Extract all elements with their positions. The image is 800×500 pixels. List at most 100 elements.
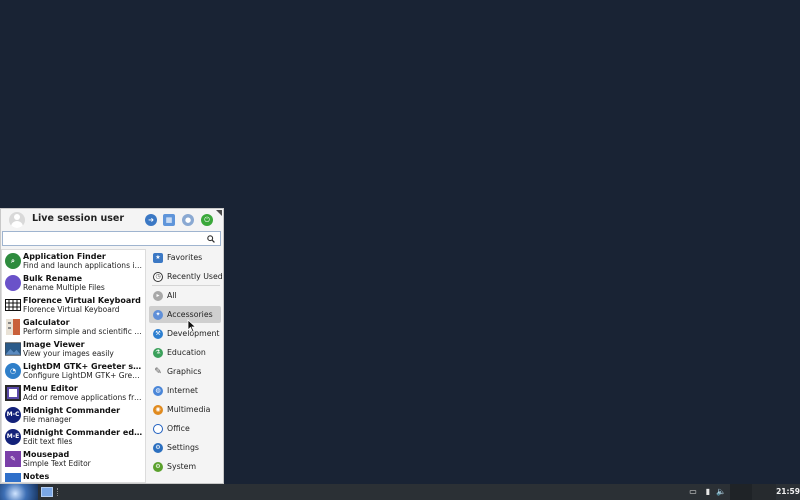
category-accessories[interactable]: ✦ Accessories bbox=[149, 306, 221, 323]
category-settings[interactable]: ⚙ Settings bbox=[149, 439, 221, 456]
app-description: Add or remove applications fro... bbox=[23, 393, 144, 402]
app-name: Notes bbox=[23, 472, 50, 481]
education-icon: ⚗ bbox=[153, 348, 163, 358]
category-internet[interactable]: ◍ Internet bbox=[149, 382, 221, 399]
app-item-menu-editor[interactable]: Menu Editor Add or remove applications f… bbox=[2, 382, 145, 404]
system-icon: ⚙ bbox=[153, 462, 163, 472]
app-item-midnight-commander-editor[interactable]: M-E Midnight Commander editor Edit text … bbox=[2, 426, 145, 448]
category-development[interactable]: ⚒ Development bbox=[149, 325, 221, 342]
app-item-lightdm-greeter-settings[interactable]: ◔ LightDM GTK+ Greeter set... Configure … bbox=[2, 360, 145, 382]
settings-manager-button[interactable]: ▦ bbox=[163, 214, 175, 226]
username: Live session user bbox=[32, 213, 125, 224]
settings-manager-icon: ▦ bbox=[165, 215, 173, 224]
app-item-bulk-rename[interactable]: Bulk Rename Rename Multiple Files bbox=[2, 272, 145, 294]
system-tray: ▭ ▮ 🔈 bbox=[688, 486, 730, 498]
app-item-midnight-commander[interactable]: M-C Midnight Commander File manager bbox=[2, 404, 145, 426]
menu-editor-icon bbox=[5, 385, 21, 401]
app-name: Application Finder bbox=[23, 252, 106, 261]
app-description: File manager bbox=[23, 415, 72, 424]
category-label: Accessories bbox=[167, 310, 213, 319]
app-description: Perform simple and scientific c... bbox=[23, 327, 144, 336]
switch-user-button[interactable]: ➜ bbox=[145, 214, 157, 226]
workspace-switcher[interactable] bbox=[752, 484, 776, 500]
category-label: Favorites bbox=[167, 253, 203, 262]
category-label: All bbox=[167, 291, 177, 300]
midnight-commander-icon: M-C bbox=[5, 407, 21, 423]
category-multimedia[interactable]: ◉ Multimedia bbox=[149, 401, 221, 418]
app-name: Mousepad bbox=[23, 450, 70, 459]
graphics-icon: ✎ bbox=[154, 366, 162, 377]
taskbar: ▭ ▮ 🔈 21:59 bbox=[0, 484, 800, 500]
category-divider bbox=[152, 285, 220, 286]
clipboard-icon[interactable]: ▮ bbox=[703, 486, 713, 498]
app-description: Find and launch applications in... bbox=[23, 261, 144, 270]
app-item-mousepad[interactable]: ✎ Mousepad Simple Text Editor bbox=[2, 448, 145, 470]
office-icon bbox=[153, 424, 163, 434]
app-name: Bulk Rename bbox=[23, 274, 83, 283]
category-favorites[interactable]: ★ Favorites bbox=[149, 249, 221, 266]
app-description: View your images easily bbox=[23, 349, 114, 358]
app-name: LightDM GTK+ Greeter set... bbox=[23, 362, 144, 371]
category-label: System bbox=[167, 462, 197, 471]
app-item-notes[interactable]: Notes bbox=[2, 470, 145, 482]
app-name: Image Viewer bbox=[23, 340, 85, 349]
log-out-button[interactable]: ⏻ bbox=[201, 214, 213, 226]
keyboard-icon bbox=[5, 297, 21, 313]
app-description: Edit text files bbox=[23, 437, 73, 446]
show-desktop-button[interactable] bbox=[41, 487, 53, 497]
app-name: Galculator bbox=[23, 318, 70, 327]
app-name: Midnight Commander bbox=[23, 406, 121, 415]
all-icon: ▸ bbox=[153, 291, 163, 301]
category-list: ★ Favorites ◷ Recently Used ▸ All ✦ Acce… bbox=[148, 249, 224, 483]
whisker-menu-button[interactable] bbox=[0, 484, 38, 500]
recent-icon: ◷ bbox=[153, 272, 163, 282]
mouse-pointer-icon bbox=[187, 319, 197, 333]
app-name: Midnight Commander editor bbox=[23, 428, 144, 437]
lock-screen-button[interactable]: ● bbox=[182, 214, 194, 226]
app-description: Simple Text Editor bbox=[23, 459, 91, 468]
app-item-image-viewer[interactable]: Image Viewer View your images easily bbox=[2, 338, 145, 360]
category-recently-used[interactable]: ◷ Recently Used bbox=[149, 268, 223, 285]
app-item-application-finder[interactable]: ⌕ Application Finder Find and launch app… bbox=[2, 250, 145, 272]
search-icon bbox=[207, 235, 215, 243]
app-item-galculator[interactable]: Galculator Perform simple and scientific… bbox=[2, 316, 145, 338]
category-all[interactable]: ▸ All bbox=[149, 287, 221, 304]
app-name: Florence Virtual Keyboard bbox=[23, 296, 141, 305]
notification-area[interactable] bbox=[730, 484, 752, 500]
app-finder-icon: ⌕ bbox=[5, 253, 21, 269]
application-list: ⌕ Application Finder Find and launch app… bbox=[1, 249, 146, 483]
menu-header: Live session user ➜ ▦ ● ⏻ bbox=[1, 209, 223, 231]
greeter-icon: ◔ bbox=[5, 363, 21, 379]
notes-icon bbox=[5, 473, 21, 482]
category-education[interactable]: ⚗ Education bbox=[149, 344, 221, 361]
app-description: Rename Multiple Files bbox=[23, 283, 105, 292]
text-editor-icon: ✎ bbox=[5, 451, 21, 467]
image-icon bbox=[5, 341, 21, 357]
category-system[interactable]: ⚙ System bbox=[149, 458, 221, 475]
app-description: Configure LightDM GTK+ Greeter bbox=[23, 371, 144, 380]
internet-icon: ◍ bbox=[153, 386, 163, 396]
switch-user-icon: ➜ bbox=[148, 215, 154, 224]
clock[interactable]: 21:59 bbox=[776, 487, 800, 496]
category-label: Education bbox=[167, 348, 206, 357]
midnight-commander-icon: M-E bbox=[5, 429, 21, 445]
multimedia-icon: ◉ bbox=[153, 405, 163, 415]
category-label: Recently Used bbox=[167, 272, 223, 281]
app-item-florence[interactable]: Florence Virtual Keyboard Florence Virtu… bbox=[2, 294, 145, 316]
lock-screen-icon: ● bbox=[184, 215, 192, 224]
development-icon: ⚒ bbox=[153, 329, 163, 339]
display-icon[interactable]: ▭ bbox=[688, 486, 698, 498]
volume-icon[interactable]: 🔈 bbox=[716, 486, 726, 498]
user-avatar bbox=[9, 212, 25, 228]
app-description: Florence Virtual Keyboard bbox=[23, 305, 120, 314]
panel-handle[interactable] bbox=[57, 488, 59, 496]
category-label: Settings bbox=[167, 443, 199, 452]
category-office[interactable]: Office bbox=[149, 420, 221, 437]
category-label: Graphics bbox=[167, 367, 202, 376]
search-field[interactable] bbox=[2, 231, 221, 246]
settings-icon: ⚙ bbox=[153, 443, 163, 453]
favorites-icon: ★ bbox=[153, 253, 163, 263]
category-graphics[interactable]: ✎ Graphics bbox=[149, 363, 221, 380]
bulk-rename-icon bbox=[5, 275, 21, 291]
search-input[interactable] bbox=[3, 232, 203, 245]
